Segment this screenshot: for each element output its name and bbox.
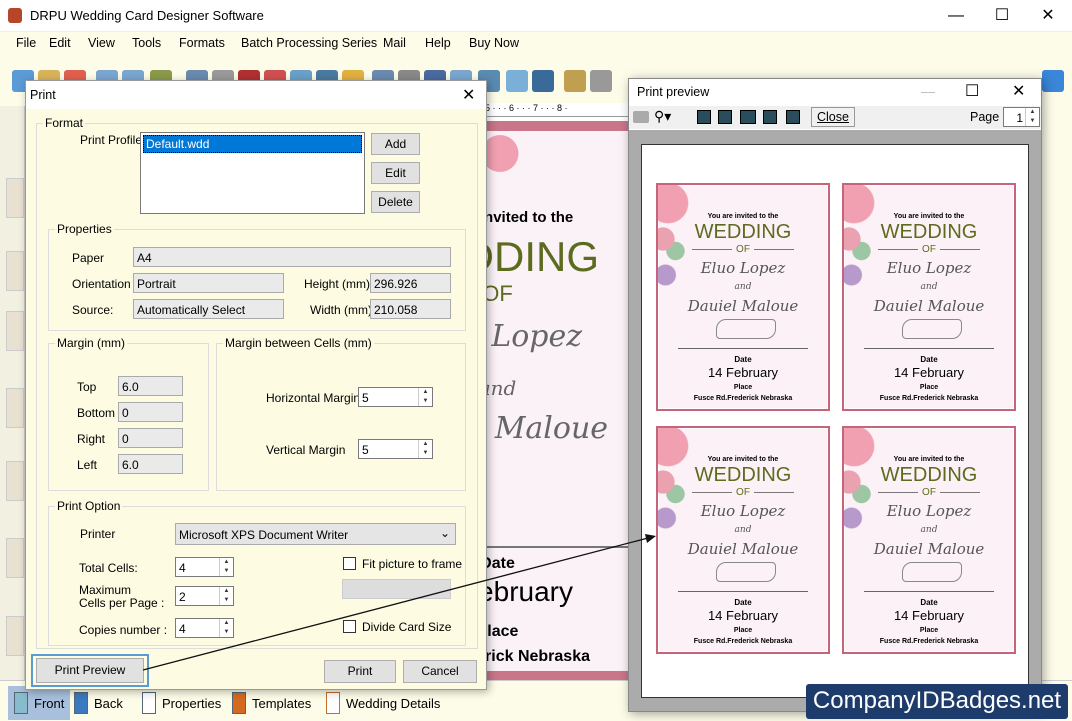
watermark: CompanyIDBadges.net bbox=[806, 684, 1068, 719]
annotation-arrow bbox=[142, 534, 656, 671]
